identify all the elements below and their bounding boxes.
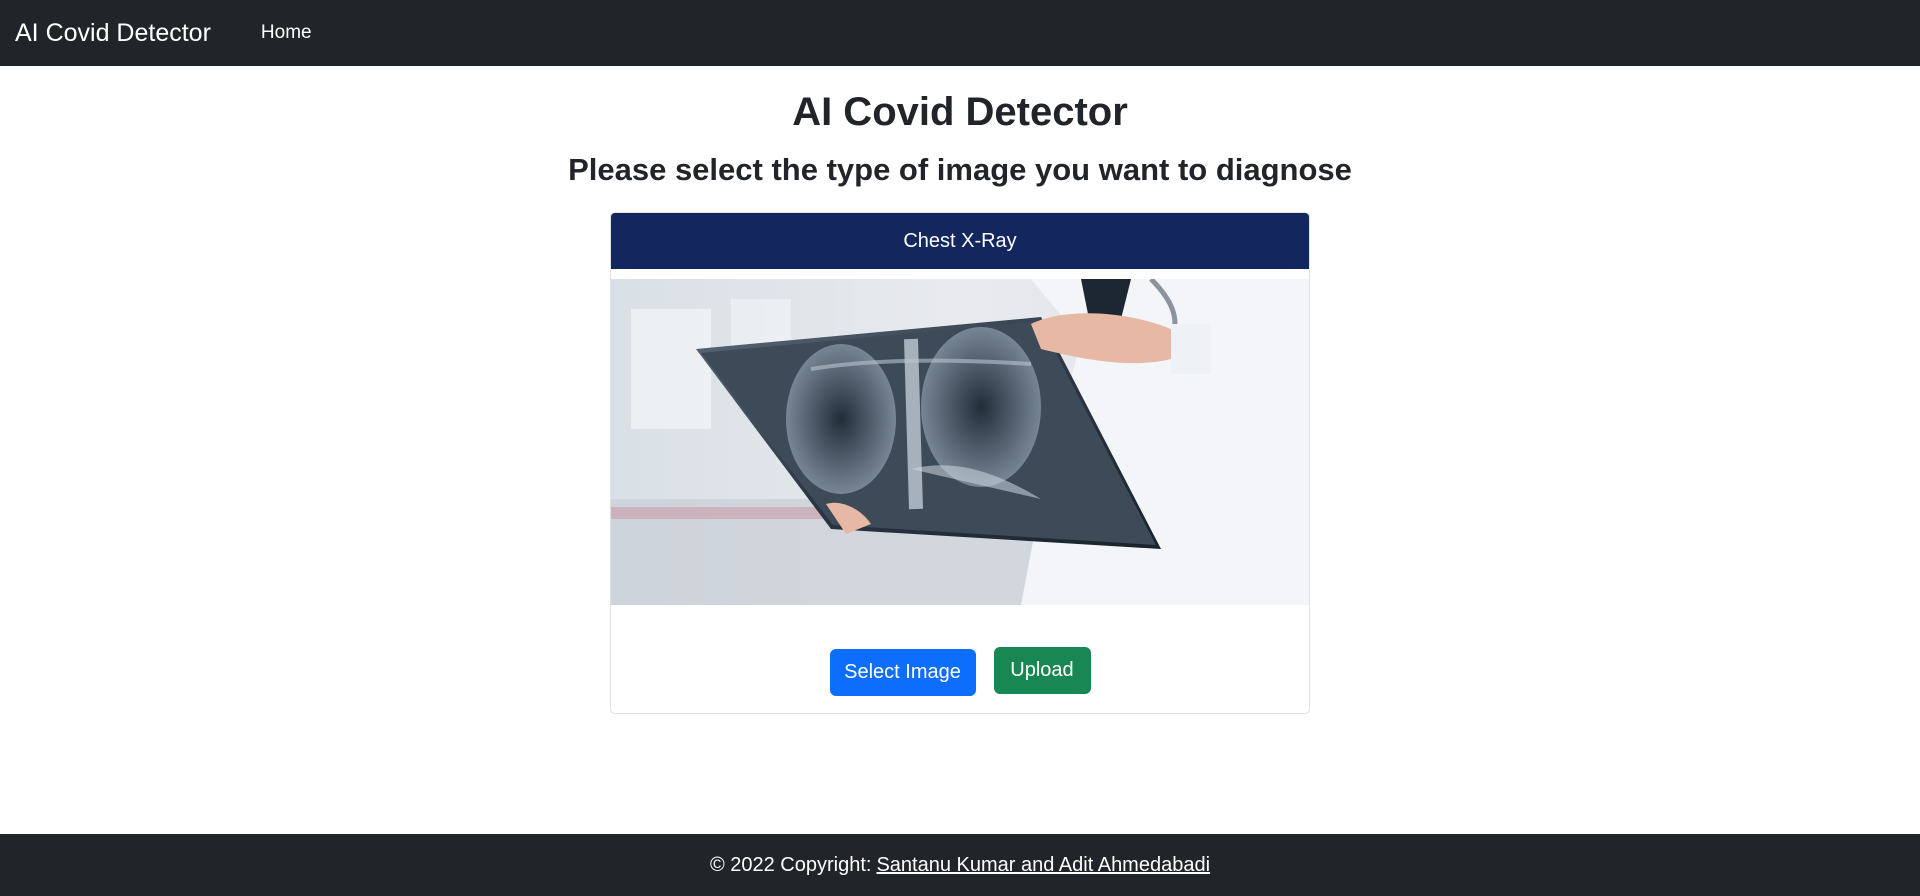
page-subtitle: Please select the type of image you want… bbox=[568, 152, 1352, 187]
upload-button[interactable]: Upload bbox=[993, 647, 1091, 694]
action-buttons: Select Image Upload bbox=[611, 647, 1309, 696]
authors-link[interactable]: Santanu Kumar and Adit Ahmedabadi bbox=[876, 854, 1210, 877]
nav-home-link[interactable]: Home bbox=[261, 22, 312, 44]
select-image-button[interactable]: Select Image bbox=[829, 649, 976, 696]
card-header: Chest X-Ray bbox=[611, 213, 1309, 269]
footer: © 2022 Copyright: Santanu Kumar and Adit… bbox=[0, 834, 1920, 896]
brand-link[interactable]: AI Covid Detector bbox=[15, 19, 211, 48]
xray-card: Chest X-Ray Select Image Upload bbox=[610, 212, 1310, 714]
copyright-text: © 2022 Copyright: bbox=[709, 853, 872, 876]
xray-image bbox=[611, 279, 1309, 605]
page-title: AI Covid Detector bbox=[792, 90, 1128, 134]
navbar: AI Covid Detector Home bbox=[0, 0, 1920, 66]
xray-illustration bbox=[611, 279, 1309, 605]
